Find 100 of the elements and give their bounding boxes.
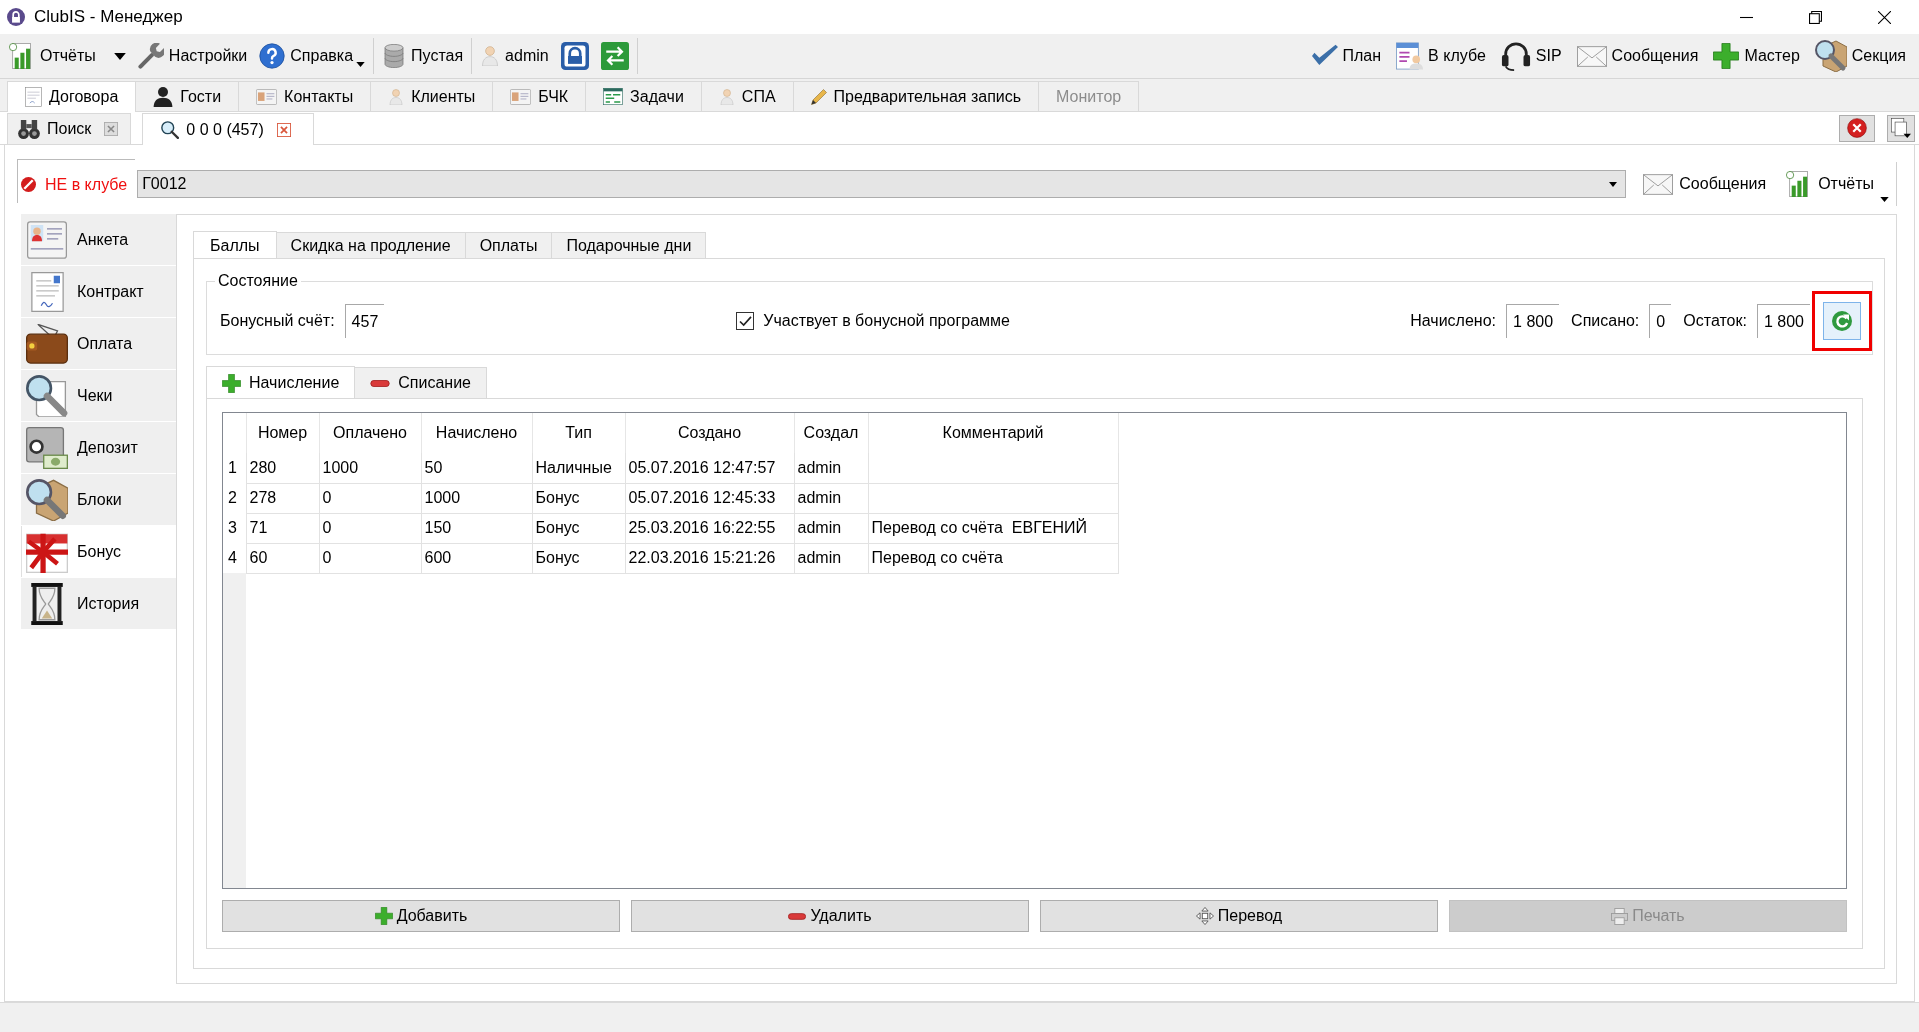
table-cell: 1000 bbox=[421, 483, 532, 513]
table-cell: Бонус bbox=[532, 483, 625, 513]
column-header[interactable]: Тип bbox=[532, 413, 625, 453]
windows-icon bbox=[1891, 118, 1911, 138]
table-cell: Бонус bbox=[532, 513, 625, 543]
id-card-icon bbox=[256, 88, 278, 105]
toolbar-button[interactable]: Сообщения bbox=[1573, 38, 1702, 74]
tab[interactable]: 0 0 0 (457) bbox=[142, 113, 314, 145]
action-button[interactable]: Удалить bbox=[631, 900, 1029, 932]
sidebar-item[interactable]: Анкета bbox=[21, 214, 176, 265]
toolbar-button[interactable]: SIP bbox=[1497, 38, 1565, 74]
close-icon[interactable] bbox=[104, 122, 119, 136]
contact-list-icon bbox=[1396, 40, 1424, 72]
caret-icon bbox=[1880, 197, 1889, 202]
value-field: 457 bbox=[344, 304, 385, 338]
row-number: 2 bbox=[223, 483, 246, 513]
toolbar-button[interactable]: Настройки bbox=[134, 38, 251, 74]
headset-icon bbox=[1500, 41, 1531, 71]
move-icon bbox=[1195, 907, 1214, 925]
toolbar-button[interactable]: admin bbox=[477, 38, 552, 74]
row-number: 3 bbox=[223, 513, 246, 543]
box-magnifier-icon bbox=[1814, 40, 1847, 72]
window-list-button[interactable] bbox=[1887, 114, 1915, 142]
sidebar-item[interactable]: Чеки bbox=[21, 370, 176, 421]
field-label: Бонусный счёт: bbox=[220, 311, 335, 331]
client-combobox[interactable]: Г0012 bbox=[137, 170, 1627, 198]
table-cell: admin bbox=[794, 513, 868, 543]
sidebar-item[interactable]: Депозит bbox=[21, 422, 176, 473]
caret-icon bbox=[113, 52, 126, 60]
tab[interactable]: Скидка на продление bbox=[275, 232, 466, 258]
check-icon bbox=[738, 315, 752, 327]
checkbox[interactable] bbox=[736, 312, 755, 330]
row-number: 4 bbox=[223, 543, 246, 573]
caret-icon bbox=[1609, 181, 1618, 187]
toolbar-button[interactable]: План bbox=[1308, 38, 1385, 74]
toolbar-button[interactable]: Пустая bbox=[379, 38, 467, 74]
toolbar-button[interactable]: Справка bbox=[256, 38, 369, 74]
arrows-icon bbox=[600, 42, 629, 70]
close-icon[interactable] bbox=[276, 122, 291, 137]
field-label: Начислено: bbox=[1410, 311, 1497, 331]
sidebar-item[interactable]: Оплата bbox=[21, 318, 176, 369]
table-cell: 280 bbox=[246, 453, 319, 483]
padlock-icon bbox=[7, 8, 25, 26]
table-cell: 25.03.2016 16:22:55 bbox=[625, 513, 794, 543]
tab[interactable]: Начисление bbox=[206, 366, 356, 399]
toolbar-button[interactable]: В клубе bbox=[1393, 38, 1489, 74]
pencil-icon bbox=[810, 88, 827, 105]
minus-icon bbox=[370, 379, 391, 387]
column-header[interactable]: Оплачено bbox=[319, 413, 421, 453]
tab[interactable]: Подарочные дни bbox=[551, 232, 707, 258]
sidebar-item[interactable]: Блоки bbox=[21, 474, 176, 525]
column-header[interactable]: Создано bbox=[625, 413, 794, 453]
search-icon bbox=[161, 120, 180, 139]
safe-icon bbox=[26, 426, 68, 469]
table-cell: 1000 bbox=[319, 453, 421, 483]
contract-icon bbox=[30, 271, 64, 312]
refresh-button[interactable] bbox=[1823, 302, 1861, 340]
person-icon bbox=[718, 88, 735, 105]
person-icon bbox=[480, 46, 501, 66]
field-label: Остаток: bbox=[1683, 311, 1747, 331]
close-all-button[interactable] bbox=[1839, 114, 1875, 142]
tab[interactable]: Поиск bbox=[7, 113, 132, 144]
document-icon bbox=[25, 87, 42, 107]
group-title: Состояние bbox=[217, 271, 299, 291]
wallet-icon bbox=[26, 323, 68, 364]
person-icon bbox=[388, 88, 405, 105]
toolbar-button[interactable]: Отчёты bbox=[1783, 166, 1892, 202]
action-button[interactable]: Перевод bbox=[1040, 900, 1438, 932]
sidebar-item[interactable]: Контракт bbox=[21, 266, 176, 317]
toolbar-button[interactable]: Секция bbox=[1811, 38, 1909, 74]
tab[interactable]: Баллы bbox=[193, 231, 277, 259]
action-button[interactable]: Добавить bbox=[222, 900, 620, 932]
column-header[interactable]: Создал bbox=[794, 413, 868, 453]
table-cell: Бонус bbox=[532, 543, 625, 573]
caret-icon bbox=[356, 62, 366, 67]
column-header[interactable]: Комментарий bbox=[868, 413, 1118, 453]
lock-icon bbox=[560, 42, 589, 70]
table-cell: Наличные bbox=[532, 453, 625, 483]
minus-icon bbox=[788, 912, 807, 920]
column-header[interactable]: Начислено bbox=[421, 413, 532, 453]
tab[interactable]: Оплаты bbox=[464, 232, 553, 258]
restore-icon bbox=[1809, 10, 1822, 24]
toolbar-button[interactable]: Отчёты bbox=[6, 38, 99, 74]
table-cell: 50 bbox=[421, 453, 532, 483]
database-icon bbox=[382, 44, 407, 68]
window-title: ClubIS - Менеджер bbox=[34, 6, 183, 29]
box-magnifier-icon bbox=[26, 478, 68, 521]
task-list-icon bbox=[603, 88, 624, 105]
row-number: 1 bbox=[223, 453, 246, 483]
toolbar-button[interactable]: Сообщения bbox=[1640, 166, 1770, 202]
table-cell: 150 bbox=[421, 513, 532, 543]
column-header[interactable]: Номер bbox=[246, 413, 319, 453]
tab[interactable]: Списание bbox=[354, 367, 487, 398]
tab[interactable]: Договора bbox=[7, 81, 137, 112]
field-label: Списано: bbox=[1571, 311, 1640, 331]
table-cell: 0 bbox=[319, 483, 421, 513]
toolbar-button[interactable]: Мастер bbox=[1710, 38, 1803, 74]
envelope-icon bbox=[1576, 45, 1607, 67]
sidebar-item[interactable]: История bbox=[21, 578, 176, 629]
plus-icon bbox=[374, 907, 393, 925]
